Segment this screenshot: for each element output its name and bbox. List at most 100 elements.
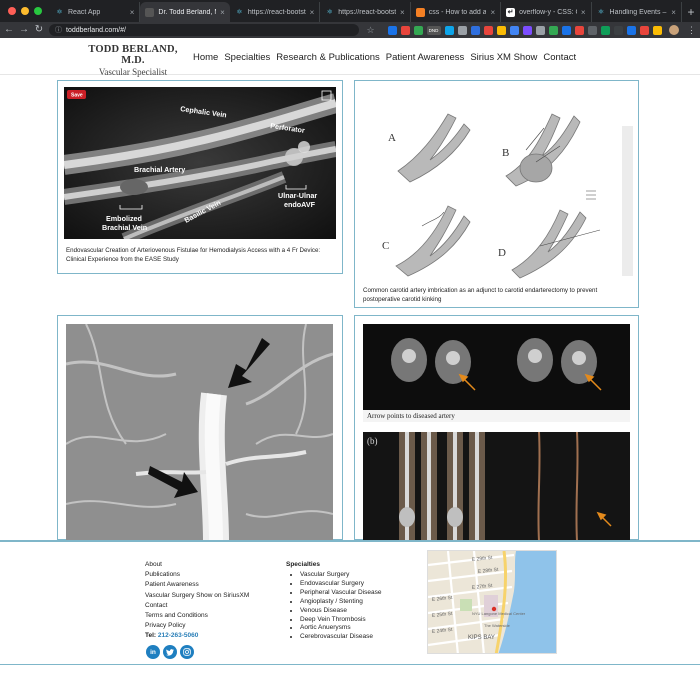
extension-icon[interactable]	[639, 25, 649, 35]
extension-icon[interactable]	[483, 25, 493, 35]
extension-icon[interactable]	[626, 25, 636, 35]
ct-scans: Arrow points to diseased artery	[363, 338, 630, 422]
gallery-card[interactable]: Arrow points to diseased artery (b)	[354, 315, 639, 541]
browser-tab[interactable]: ⚛ https://react-bootstrap ×	[230, 2, 321, 22]
close-tab-icon[interactable]: ×	[130, 8, 135, 17]
specialties-list: Vascular Surgery Endovascular Surgery Pe…	[286, 571, 382, 642]
footer-link-siriusxm[interactable]: Vascular Surgery Show on SiriusXM	[145, 591, 249, 601]
close-tab-icon[interactable]: ×	[400, 8, 405, 17]
extension-icon[interactable]	[574, 25, 584, 35]
footer-link-terms[interactable]: Terms and Conditions	[145, 611, 249, 621]
extension-icon[interactable]	[613, 25, 623, 35]
extension-icon[interactable]	[509, 25, 519, 35]
profile-avatar[interactable]	[668, 25, 679, 35]
browser-tab-active[interactable]: Dr. Todd Berland, MD ×	[140, 2, 230, 22]
extension-icon[interactable]	[561, 25, 571, 35]
address-bar: ← → ↻ ⓘ toddberland.com/#/ ☆ DND ⋮	[0, 22, 700, 38]
bookmark-star-icon[interactable]: ☆	[366, 25, 374, 36]
close-tab-icon[interactable]: ×	[490, 8, 495, 17]
linkedin-icon[interactable]: in	[146, 645, 160, 659]
footer-link-patient-awareness[interactable]: Patient Awareness	[145, 580, 249, 590]
gallery-card[interactable]: A B C D Common carotid artery imbricatio…	[354, 80, 639, 308]
brand-name: TODD BERLAND, M.D.	[88, 44, 178, 66]
close-tab-icon[interactable]: ×	[581, 8, 586, 17]
forward-arrow-icon[interactable]: →	[19, 23, 29, 37]
tab-title: https://react-bootstrap	[247, 8, 306, 16]
close-tab-icon[interactable]: ×	[671, 8, 676, 17]
extension-icon[interactable]	[548, 25, 558, 35]
specialty-item[interactable]: Angioplasty / Stenting	[300, 598, 382, 607]
footer-phone: Tel: 212-263-5060	[145, 631, 249, 641]
twitter-icon[interactable]	[163, 645, 177, 659]
site-footer: About Publications Patient Awareness Vas…	[0, 540, 700, 681]
label-embolized: Embolized	[106, 214, 142, 223]
window-controls	[0, 7, 50, 22]
nav-contact[interactable]: Contact	[543, 52, 576, 63]
minimize-window-button[interactable]	[21, 7, 29, 15]
extension-icon[interactable]	[387, 25, 397, 35]
specialty-item[interactable]: Cerebrovascular Disease	[300, 633, 382, 642]
extension-icon[interactable]	[600, 25, 610, 35]
specialty-item[interactable]: Vascular Surgery	[300, 571, 382, 580]
extension-icon[interactable]	[470, 25, 480, 35]
angiogram-image: Save Cephalic Vein Perforator Brachial A…	[64, 87, 336, 239]
reload-icon[interactable]: ↻	[34, 23, 44, 37]
footer-link-contact[interactable]: Contact	[145, 601, 249, 611]
nav-sirius-xm-show[interactable]: Sirius XM Show	[470, 52, 537, 63]
url-input[interactable]: ⓘ toddberland.com/#/	[49, 24, 359, 36]
close-tab-icon[interactable]: ×	[310, 8, 315, 17]
specialty-item[interactable]: Endovascular Surgery	[300, 580, 382, 589]
specialties-heading: Specialties	[286, 561, 320, 568]
extension-icon[interactable]	[444, 25, 454, 35]
extension-icon[interactable]	[587, 25, 597, 35]
map-pin-icon[interactable]	[491, 606, 497, 612]
extension-icon[interactable]	[522, 25, 532, 35]
browser-tab[interactable]: ⚛ https://react-bootstra ×	[320, 2, 411, 22]
browser-tab[interactable]: ↵ overflow-y - CSS: Ca ×	[501, 2, 592, 22]
phone-link[interactable]: 212-263-5060	[158, 632, 198, 639]
browser-tab[interactable]: ⚛ Handling Events – Re ×	[592, 2, 682, 22]
extension-icon[interactable]	[496, 25, 506, 35]
footer-link-privacy[interactable]: Privacy Policy	[145, 621, 249, 631]
extension-icon[interactable]	[400, 25, 410, 35]
specialty-item[interactable]: Peripheral Vascular Disease	[300, 589, 382, 598]
browser-tab[interactable]: css - How to add a s ×	[411, 2, 502, 22]
label-ulnar-ulnar: Ulnar-Ulnar	[278, 191, 317, 200]
scan-annotation: Arrow points to diseased artery	[367, 412, 455, 420]
save-label[interactable]: Save	[71, 93, 83, 99]
close-window-button[interactable]	[8, 7, 16, 15]
specialty-item[interactable]: Deep Vein Thrombosis	[300, 616, 382, 625]
gallery-card[interactable]	[57, 315, 343, 541]
extension-icon[interactable]	[457, 25, 467, 35]
nav-research-publications[interactable]: Research & Publications	[276, 52, 380, 63]
close-tab-icon[interactable]: ×	[220, 8, 225, 17]
footer-link-publications[interactable]: Publications	[145, 570, 249, 580]
nav-specialties[interactable]: Specialties	[224, 52, 270, 63]
back-arrow-icon[interactable]: ←	[4, 23, 14, 37]
footer-specialties: Specialties Vascular Surgery Endovascula…	[286, 560, 382, 642]
instagram-icon[interactable]	[180, 645, 194, 659]
arterial-angiogram	[66, 324, 333, 541]
social-links: in	[146, 645, 194, 659]
location-map[interactable]: E 29th St E 28th St E 27th St E 26th St …	[427, 550, 557, 654]
browser-tab-bar: ⚛ React App × Dr. Todd Berland, MD × ⚛ h…	[0, 0, 700, 22]
extension-icon[interactable]	[413, 25, 423, 35]
browser-tab[interactable]: ⚛ React App ×	[50, 2, 141, 22]
url-text: toddberland.com/#/	[66, 26, 126, 34]
nav-home[interactable]: Home	[193, 52, 218, 63]
gallery-card[interactable]: Save Cephalic Vein Perforator Brachial A…	[57, 80, 343, 274]
maximize-window-button[interactable]	[34, 7, 42, 15]
extension-icon[interactable]	[535, 25, 545, 35]
site-logo[interactable]: TODD BERLAND, M.D. Vascular Specialist	[83, 44, 183, 77]
new-tab-button[interactable]: +	[682, 2, 700, 22]
specialty-item[interactable]: Venous Disease	[300, 607, 382, 616]
info-icon: ⓘ	[55, 27, 62, 34]
footer-link-about[interactable]: About	[145, 560, 249, 570]
specialty-item[interactable]: Aortic Anuerysms	[300, 624, 382, 633]
dnd-extension-icon[interactable]: DND	[426, 25, 441, 35]
nav-patient-awareness[interactable]: Patient Awareness	[386, 52, 465, 63]
browser-menu-icon[interactable]: ⋮	[687, 25, 696, 36]
map-label: NYU Langone Medical Center	[472, 611, 526, 616]
footer-links: About Publications Patient Awareness Vas…	[145, 560, 249, 642]
extension-icon[interactable]	[652, 25, 662, 35]
